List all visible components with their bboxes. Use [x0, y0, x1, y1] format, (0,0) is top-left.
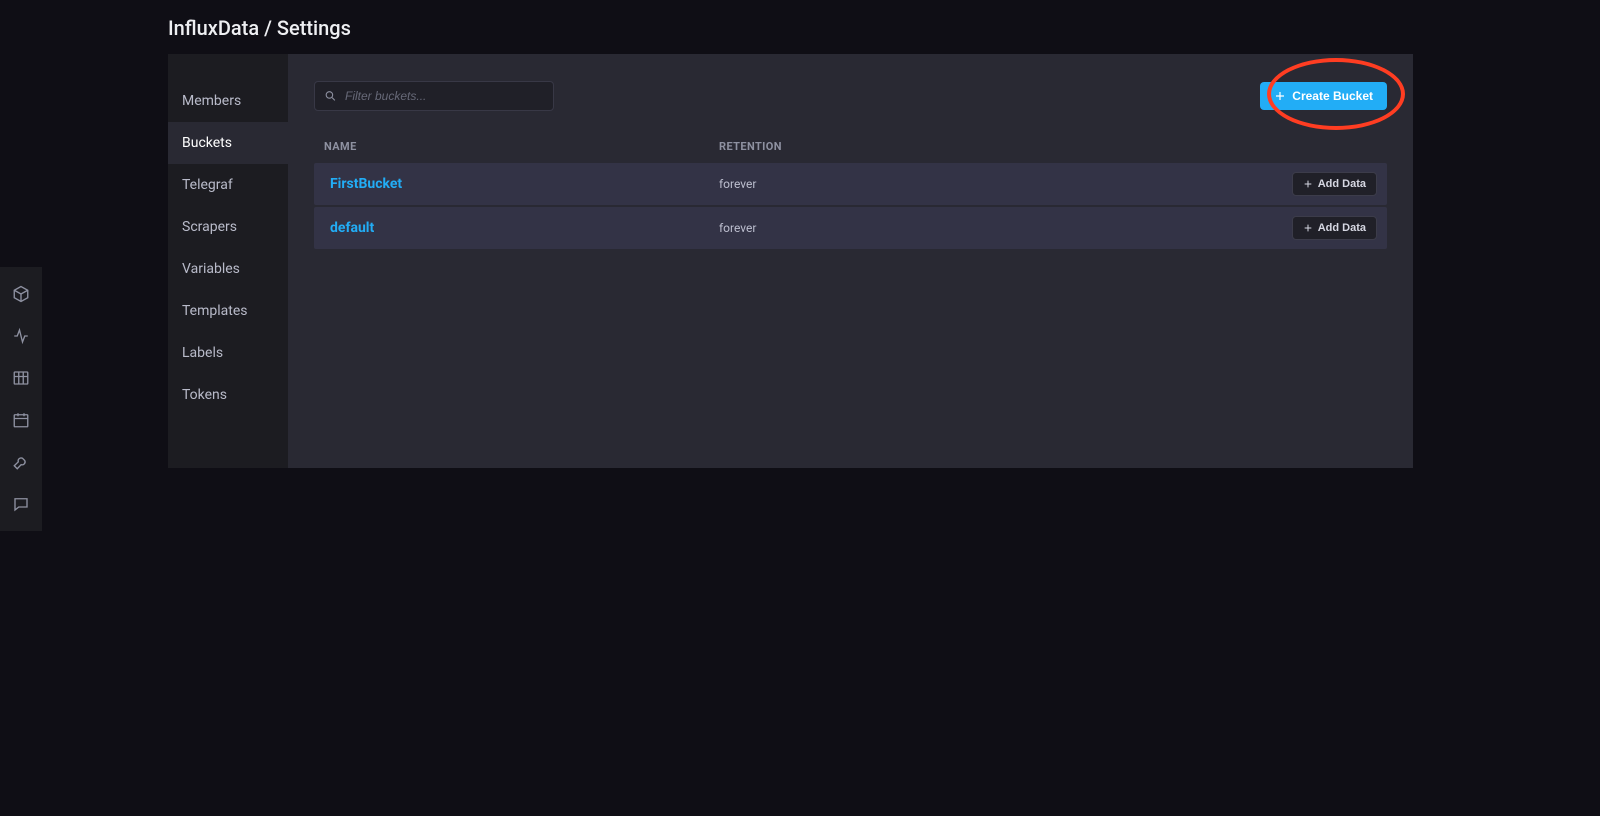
bucket-retention: forever — [719, 177, 1292, 191]
settings-panel: Members Buckets Telegraf Scrapers Variab… — [168, 54, 1413, 468]
tab-scrapers[interactable]: Scrapers — [168, 206, 288, 248]
filter-buckets-input[interactable] — [314, 81, 554, 111]
nav-activity-icon[interactable] — [0, 315, 42, 357]
tab-label: Members — [182, 93, 241, 109]
tab-label: Scrapers — [182, 219, 237, 235]
breadcrumb: InfluxData / Settings — [168, 16, 351, 40]
search-wrap — [314, 81, 554, 111]
tab-variables[interactable]: Variables — [168, 248, 288, 290]
tab-label: Labels — [182, 345, 223, 361]
table-header: NAME RETENTION — [314, 140, 1387, 163]
tab-label: Variables — [182, 261, 240, 277]
add-data-label: Add Data — [1318, 222, 1366, 234]
table-row: default forever Add Data — [314, 207, 1387, 249]
tab-templates[interactable]: Templates — [168, 290, 288, 332]
nav-cube-icon[interactable] — [0, 273, 42, 315]
toolbar: Create Bucket — [314, 80, 1387, 112]
settings-side-tabs: Members Buckets Telegraf Scrapers Variab… — [168, 54, 288, 468]
activity-icon — [12, 327, 30, 345]
bucket-name-link[interactable]: FirstBucket — [324, 176, 719, 192]
tab-telegraf[interactable]: Telegraf — [168, 164, 288, 206]
tab-members[interactable]: Members — [168, 80, 288, 122]
nav-wrench-icon[interactable] — [0, 441, 42, 483]
calendar-icon — [12, 411, 30, 429]
settings-content: Create Bucket NAME RETENTION FirstBucket… — [288, 54, 1413, 468]
grid-icon — [12, 369, 30, 387]
tab-label: Templates — [182, 303, 248, 319]
breadcrumb-page: Settings — [277, 16, 351, 40]
add-data-button[interactable]: Add Data — [1292, 172, 1377, 196]
breadcrumb-org[interactable]: InfluxData — [168, 16, 259, 40]
plus-icon — [1274, 90, 1286, 102]
create-bucket-label: Create Bucket — [1292, 89, 1373, 103]
add-data-label: Add Data — [1318, 178, 1366, 190]
nav-calendar-icon[interactable] — [0, 399, 42, 441]
add-data-button[interactable]: Add Data — [1292, 216, 1377, 240]
tab-label: Buckets — [182, 135, 232, 151]
breadcrumb-sep: / — [264, 16, 277, 40]
bucket-name-link[interactable]: default — [324, 220, 719, 236]
col-header-retention[interactable]: RETENTION — [719, 140, 1377, 153]
nav-grid-icon[interactable] — [0, 357, 42, 399]
wrench-icon — [12, 453, 30, 471]
search-icon — [324, 90, 337, 103]
plus-icon — [1303, 223, 1313, 233]
tab-labels[interactable]: Labels — [168, 332, 288, 374]
cube-icon — [12, 285, 30, 303]
create-bucket-button[interactable]: Create Bucket — [1260, 82, 1387, 110]
tab-buckets[interactable]: Buckets — [168, 122, 288, 164]
chat-icon — [12, 495, 30, 513]
col-header-name[interactable]: NAME — [324, 140, 719, 153]
bucket-retention: forever — [719, 221, 1292, 235]
table-row: FirstBucket forever Add Data — [314, 163, 1387, 205]
tab-tokens[interactable]: Tokens — [168, 374, 288, 416]
nav-icon-rail — [0, 267, 42, 531]
nav-chat-icon[interactable] — [0, 483, 42, 525]
tab-label: Tokens — [182, 387, 227, 403]
plus-icon — [1303, 179, 1313, 189]
tab-label: Telegraf — [182, 177, 233, 193]
